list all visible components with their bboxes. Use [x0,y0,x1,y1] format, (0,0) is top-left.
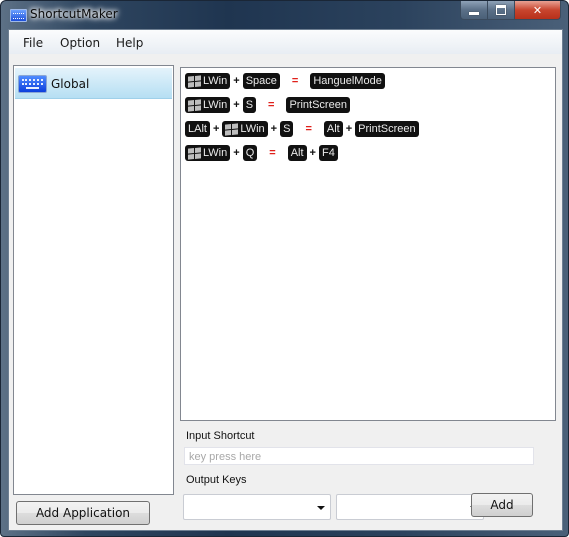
plus-sign: + [309,147,316,159]
key-badge: LWin [222,121,268,137]
key-label: HanguelMode [313,75,382,87]
key-badge: Alt [287,145,307,161]
plus-sign: + [212,123,220,135]
window-title: ShortcutMaker [30,7,118,21]
application-item-label: Global [51,77,90,91]
shortcut-row[interactable]: LWin + S = PrintScreen [185,96,350,114]
output-keys-label: Output Keys [186,474,247,486]
key-badge: LWin [185,145,231,161]
shortcut-row[interactable]: LWin + Space = HanguelMode [185,72,385,90]
key-label: PrintScreen [358,123,416,135]
dropdown-arrow-icon [317,506,325,510]
key-badge: LWin [185,97,231,113]
windows-icon-pane [188,81,194,88]
maximize-button[interactable] [488,1,515,20]
windows-icon-pane [225,123,232,130]
key-label: LWin [203,99,228,111]
key-badge: S [280,121,294,137]
plus-sign: + [233,99,240,111]
key-label: LWin [203,75,228,87]
menu-option[interactable]: Option [60,36,100,50]
key-badge: S [242,97,257,113]
plus-sign: + [345,123,353,135]
window-controls: ✕ [460,1,561,20]
key-label: S [283,123,291,135]
windows-icon-pane [195,80,201,87]
minimize-button[interactable] [460,1,488,20]
windows-icon-pane [188,75,194,82]
shortcut-list[interactable]: LWin + Space = HanguelMode LWin + S = PrintScreen… [180,67,556,421]
key-badge: LWin [185,73,231,89]
menu-help[interactable]: Help [116,36,143,50]
key-badge: F4 [318,145,338,161]
key-label: LWin [203,147,228,159]
windows-icon-pane [195,74,201,81]
minimize-icon [469,11,479,15]
key-badge: HanguelMode [310,73,385,89]
close-button[interactable]: ✕ [515,1,561,20]
equals-sign: = [291,75,299,87]
key-label: S [245,99,254,111]
close-icon: ✕ [532,3,543,17]
plus-sign: + [270,123,278,135]
maximize-icon [496,5,506,15]
output-key-combo-1[interactable] [183,494,331,520]
input-shortcut-label: Input Shortcut [186,430,255,442]
application-list[interactable]: Global [13,65,174,495]
menu-bar: File Option Help [9,30,562,54]
key-badge: Space [242,73,280,89]
windows-icon [188,98,201,112]
application-item-global[interactable]: Global [15,68,172,99]
windows-icon-pane [232,128,239,135]
windows-icon-pane [188,153,194,160]
key-badge: PrintScreen [355,121,419,137]
windows-icon-pane [225,129,232,136]
shortcut-row[interactable]: LWin + Q = Alt + F4 [185,144,338,162]
app-window: ShortcutMaker ✕ File Option Help Global … [0,0,569,537]
shortcut-input[interactable]: key press here [184,447,534,465]
client-area: File Option Help Global Add Application … [8,29,563,531]
key-label: PrintScreen [289,99,347,111]
equals-sign: = [268,99,275,111]
shortcut-row[interactable]: LAlt + LWin + S = Alt + PrintScreen [185,120,419,138]
windows-icon-pane [232,122,239,129]
plus-sign: + [233,75,240,87]
keyboard-icon [18,75,47,93]
menu-file[interactable]: File [23,36,43,50]
add-button[interactable]: Add [471,493,533,517]
add-application-button[interactable]: Add Application [16,501,150,525]
windows-icon-pane [188,147,194,154]
key-badge: Alt [323,121,343,137]
key-label: LWin [240,123,265,135]
equals-sign: = [269,147,276,159]
windows-icon [225,122,239,136]
keyboard-icon [10,9,27,22]
key-label: Q [245,147,255,159]
key-badge: Q [242,145,258,161]
key-label: F4 [321,147,335,159]
windows-icon-pane [195,98,201,105]
windows-icon-pane [195,152,201,159]
windows-icon-pane [195,104,201,111]
key-label: LAlt [188,123,207,135]
title-bar[interactable]: ShortcutMaker ✕ [1,1,568,29]
key-label: Space [245,75,277,87]
key-label: Alt [290,147,304,159]
windows-icon-pane [195,146,201,153]
key-badge: LAlt [185,121,210,137]
windows-icon-pane [188,99,194,106]
windows-icon [188,146,201,160]
key-label: Alt [326,123,340,135]
key-badge: PrintScreen [286,97,350,113]
windows-icon-pane [188,105,194,112]
equals-sign: = [305,123,312,135]
output-key-combo-2[interactable] [336,494,484,520]
windows-icon [188,74,201,88]
plus-sign: + [233,147,240,159]
